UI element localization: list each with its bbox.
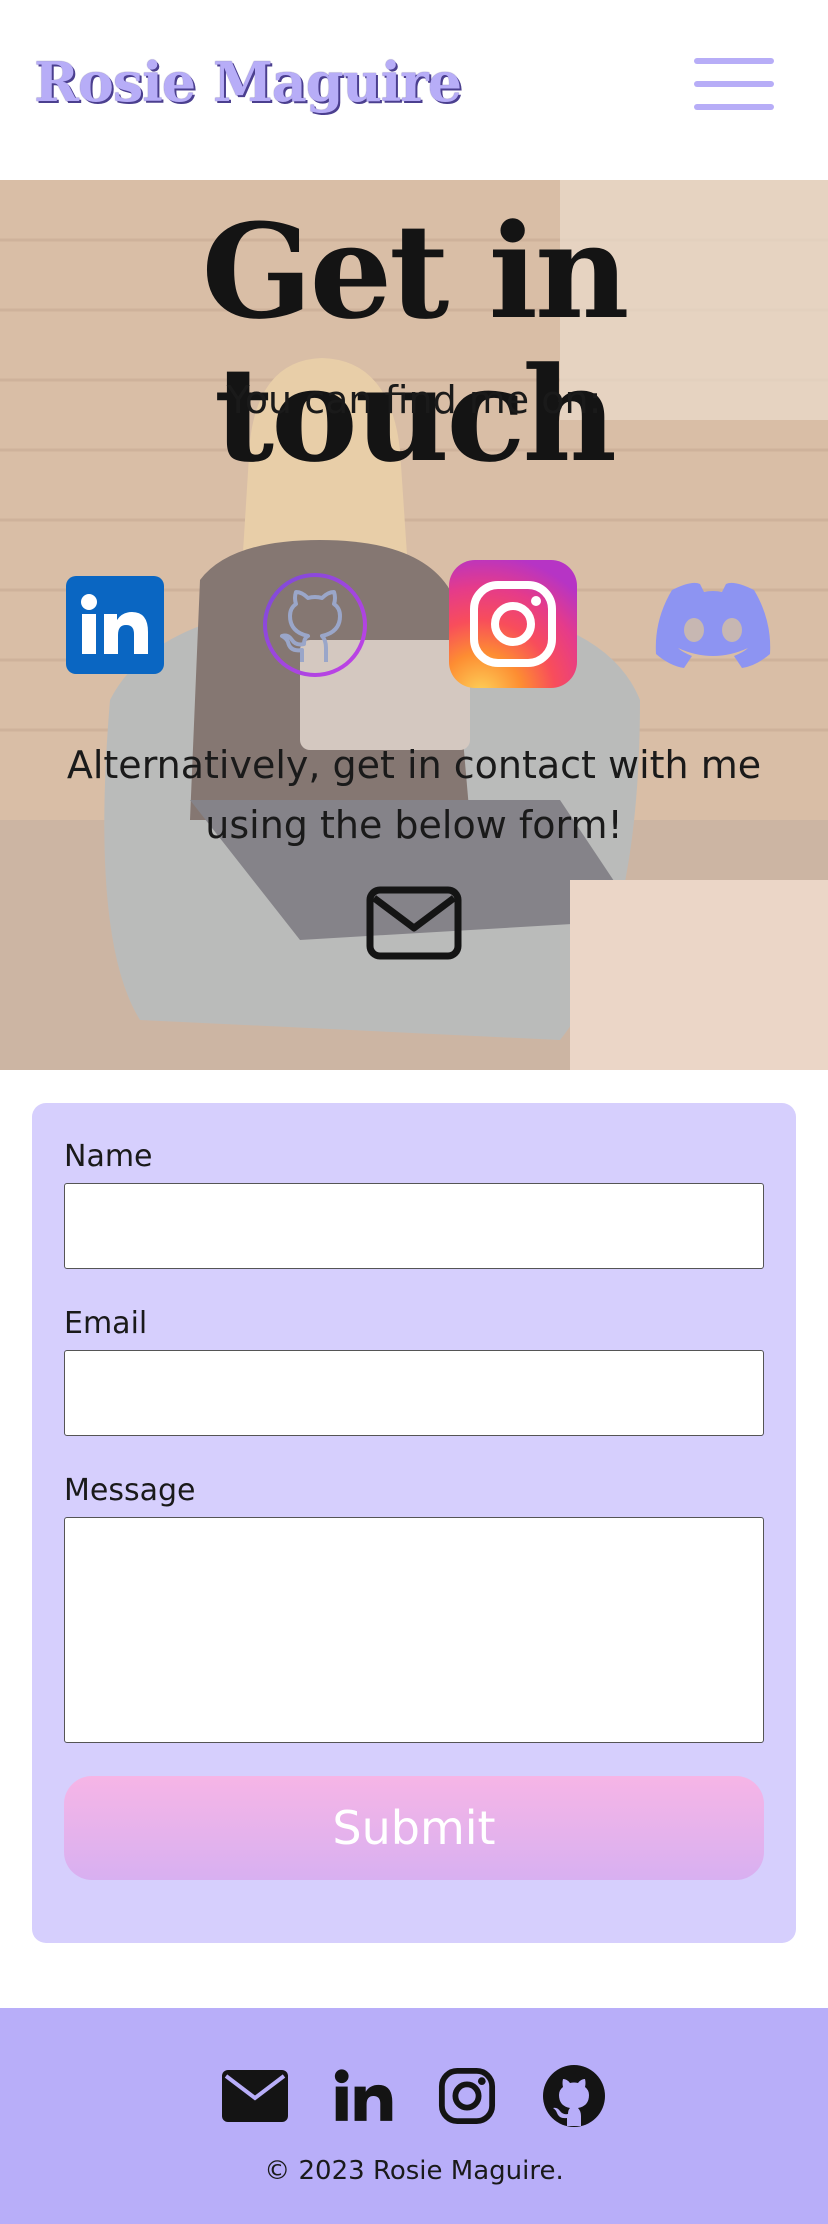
site-footer: © 2023 Rosie Maguire.	[0, 2008, 828, 2224]
brand-logo[interactable]: Rosie Maguire	[34, 50, 462, 114]
instagram-icon	[470, 581, 556, 667]
name-label: Name	[64, 1139, 153, 1174]
footer-github-link[interactable]	[542, 2063, 606, 2129]
menu-bar	[694, 58, 774, 64]
message-label: Message	[64, 1473, 196, 1508]
menu-bar	[694, 81, 774, 87]
github-icon	[543, 2065, 605, 2127]
linkedin-icon	[81, 594, 148, 654]
footer-social-links	[0, 2063, 828, 2133]
hero-subtitle: You can find me on:	[226, 378, 602, 422]
site-header: Rosie Maguire	[0, 0, 828, 180]
email-label: Email	[64, 1306, 148, 1341]
envelope-icon	[366, 886, 462, 960]
menu-bar	[694, 104, 774, 110]
alternative-contact-text: Alternatively, get in contact with me us…	[66, 743, 762, 847]
copyright-text: © 2023 Rosie Maguire.	[264, 2156, 564, 2186]
linkedin-link[interactable]	[66, 576, 164, 674]
discord-icon	[655, 582, 771, 668]
github-link[interactable]	[262, 572, 368, 678]
discord-link[interactable]	[652, 580, 774, 670]
social-links	[0, 560, 828, 700]
name-field[interactable]	[64, 1183, 764, 1269]
instagram-link[interactable]	[449, 560, 577, 688]
email-field[interactable]	[64, 1350, 764, 1436]
contact-form: Name Email Message Submit	[32, 1103, 796, 1943]
hamburger-menu-icon[interactable]	[694, 56, 774, 110]
hero-section: Get in touch You can find me on: Alterna…	[0, 180, 828, 1070]
envelope-icon	[222, 2070, 288, 2122]
instagram-icon	[438, 2067, 496, 2125]
submit-button[interactable]: Submit	[64, 1776, 764, 1880]
page-title: Get in touch	[201, 195, 630, 491]
linkedin-icon	[334, 2069, 393, 2121]
footer-linkedin-link[interactable]	[334, 2063, 394, 2129]
footer-email-link[interactable]	[222, 2063, 288, 2129]
footer-instagram-link[interactable]	[438, 2063, 496, 2129]
message-field[interactable]	[64, 1517, 764, 1743]
github-icon	[263, 573, 367, 677]
email-link[interactable]	[366, 886, 462, 960]
